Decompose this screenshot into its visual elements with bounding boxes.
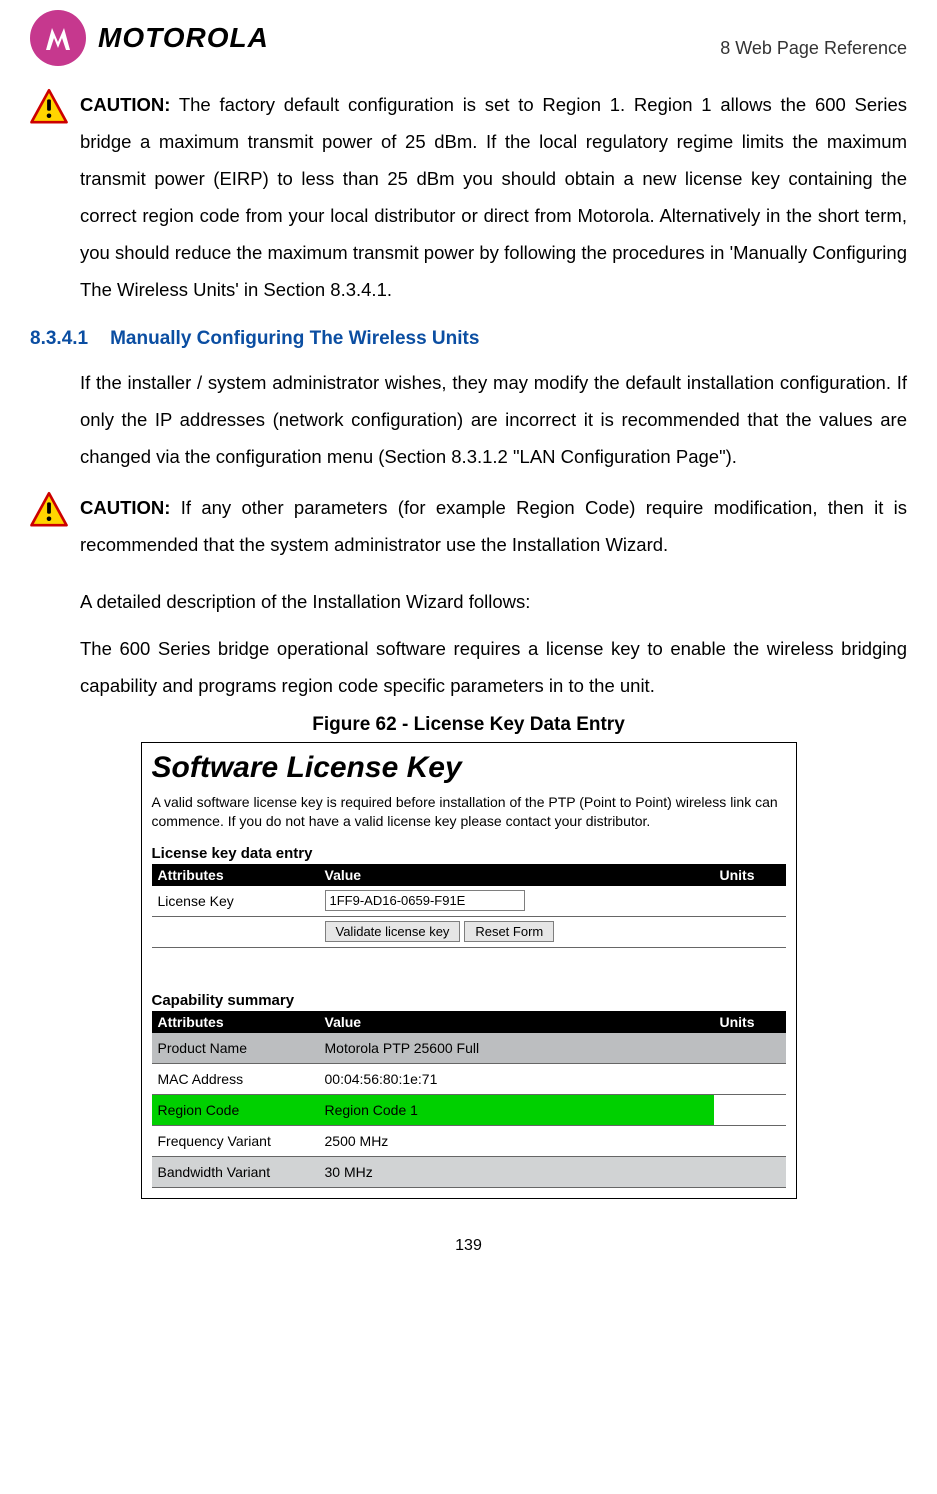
section-number: 8.3.4.1 bbox=[30, 328, 88, 350]
page-number: 139 bbox=[30, 1219, 907, 1265]
table-header-attributes: Attributes bbox=[152, 1011, 319, 1033]
capability-units bbox=[714, 1033, 786, 1064]
warning-icon bbox=[30, 88, 68, 131]
capability-value: Region Code 1 bbox=[319, 1094, 714, 1125]
license-key-units bbox=[714, 886, 786, 917]
table-header-attributes: Attributes bbox=[152, 864, 319, 886]
license-key-attr: License Key bbox=[152, 886, 319, 917]
logo-text: MOTOROLA bbox=[98, 22, 269, 54]
table-header-value: Value bbox=[319, 864, 714, 886]
capability-attr: Bandwidth Variant bbox=[152, 1156, 319, 1187]
warning-icon bbox=[30, 491, 68, 534]
caution-1-body: The factory default configuration is set… bbox=[80, 94, 907, 300]
caution-block-2: CAUTION: If any other parameters (for ex… bbox=[30, 489, 907, 563]
button-cell: Validate license key Reset Form bbox=[319, 916, 714, 947]
license-entry-table: Attributes Value Units License Key bbox=[152, 864, 786, 986]
capability-summary-table: Attributes Value Units Product NameMotor… bbox=[152, 1011, 786, 1188]
paragraph-2: A detailed description of the Installati… bbox=[80, 583, 907, 620]
capability-attr: MAC Address bbox=[152, 1063, 319, 1094]
paragraph-1: If the installer / system administrator … bbox=[80, 364, 907, 475]
logo-block: MOTOROLA bbox=[30, 10, 269, 66]
figure-frame: Software License Key A valid software li… bbox=[141, 742, 797, 1199]
capability-attr: Region Code bbox=[152, 1094, 319, 1125]
motorola-logo-icon bbox=[30, 10, 86, 66]
section-heading: 8.3.4.1 Manually Configuring The Wireles… bbox=[30, 328, 907, 350]
table-row: Region CodeRegion Code 1 bbox=[152, 1094, 786, 1125]
capability-attr: Product Name bbox=[152, 1033, 319, 1064]
reset-form-button[interactable]: Reset Form bbox=[464, 921, 554, 942]
capability-value: 00:04:56:80:1e:71 bbox=[319, 1063, 714, 1094]
caution-2-label: CAUTION: bbox=[80, 497, 170, 518]
license-entry-label: License key data entry bbox=[152, 845, 786, 862]
capability-units bbox=[714, 1063, 786, 1094]
table-header-units: Units bbox=[714, 1011, 786, 1033]
caution-2-text: CAUTION: If any other parameters (for ex… bbox=[80, 489, 907, 563]
table-row: License Key bbox=[152, 886, 786, 917]
table-spacer-row bbox=[152, 947, 786, 986]
capability-value: 2500 MHz bbox=[319, 1125, 714, 1156]
figure-description: A valid software license key is required… bbox=[152, 793, 786, 831]
table-row: Product NameMotorola PTP 25600 Full bbox=[152, 1033, 786, 1064]
table-row: Validate license key Reset Form bbox=[152, 916, 786, 947]
chapter-reference: 8 Web Page Reference bbox=[720, 38, 907, 59]
capability-units bbox=[714, 1125, 786, 1156]
license-key-input[interactable] bbox=[325, 890, 525, 911]
page-header: MOTOROLA 8 Web Page Reference bbox=[30, 0, 907, 71]
capability-value: 30 MHz bbox=[319, 1156, 714, 1187]
table-header-units: Units bbox=[714, 864, 786, 886]
caution-2-body: If any other parameters (for example Reg… bbox=[80, 497, 907, 555]
figure-title: Software License Key bbox=[152, 751, 786, 785]
caution-1-label: CAUTION: bbox=[80, 94, 170, 115]
capability-attr: Frequency Variant bbox=[152, 1125, 319, 1156]
caution-1-text: CAUTION: The factory default configurati… bbox=[80, 86, 907, 308]
capability-summary-label: Capability summary bbox=[152, 992, 786, 1009]
capability-units bbox=[714, 1156, 786, 1187]
capability-units bbox=[714, 1094, 786, 1125]
table-header-value: Value bbox=[319, 1011, 714, 1033]
table-row: Bandwidth Variant30 MHz bbox=[152, 1156, 786, 1187]
table-row: Frequency Variant2500 MHz bbox=[152, 1125, 786, 1156]
figure-caption: Figure 62 - License Key Data Entry bbox=[30, 714, 907, 736]
section-title: Manually Configuring The Wireless Units bbox=[110, 328, 479, 350]
license-key-value-cell bbox=[319, 886, 714, 917]
validate-license-button[interactable]: Validate license key bbox=[325, 921, 461, 942]
caution-block-1: CAUTION: The factory default configurati… bbox=[30, 86, 907, 308]
paragraph-3: The 600 Series bridge operational softwa… bbox=[80, 630, 907, 704]
table-row: MAC Address00:04:56:80:1e:71 bbox=[152, 1063, 786, 1094]
capability-value: Motorola PTP 25600 Full bbox=[319, 1033, 714, 1064]
